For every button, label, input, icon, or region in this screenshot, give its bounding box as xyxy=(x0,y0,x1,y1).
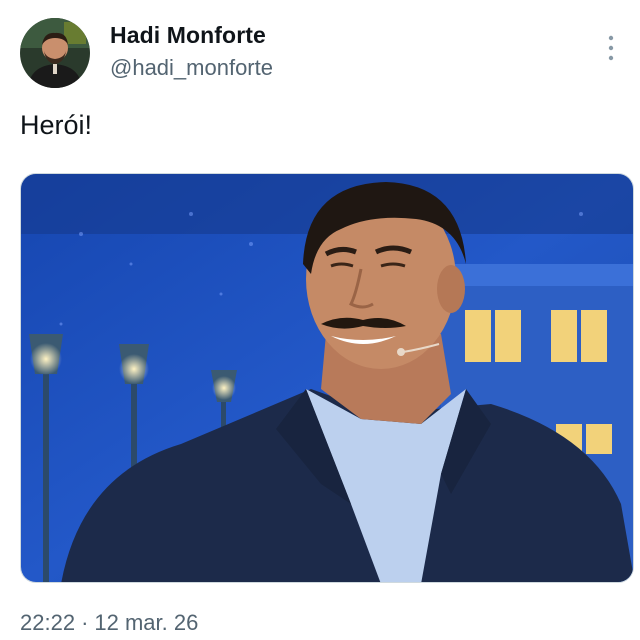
user-avatar-icon xyxy=(20,18,90,88)
timestamp-separator: · xyxy=(81,610,89,635)
tweet-header: Hadi Monforte @hadi_monforte xyxy=(20,18,620,90)
author-avatar[interactable] xyxy=(20,18,90,88)
author-handle[interactable]: @hadi_monforte xyxy=(110,55,273,81)
tweet-text: Herói! xyxy=(20,110,93,140)
tweet-time: 22:22 xyxy=(20,610,76,635)
tweet-media-photo[interactable] xyxy=(20,173,634,583)
tweet-date: 12 mar. 26 xyxy=(94,610,199,635)
tweet-card: Hadi Monforte @hadi_monforte Herói! 22:2… xyxy=(0,0,640,640)
tweet-timestamp[interactable]: 22:22 · 12 mar. 26 xyxy=(20,610,198,636)
photo-man-in-suit-image xyxy=(21,174,633,582)
more-vertical-icon[interactable] xyxy=(602,34,620,62)
author-display-name[interactable]: Hadi Monforte xyxy=(110,22,266,49)
